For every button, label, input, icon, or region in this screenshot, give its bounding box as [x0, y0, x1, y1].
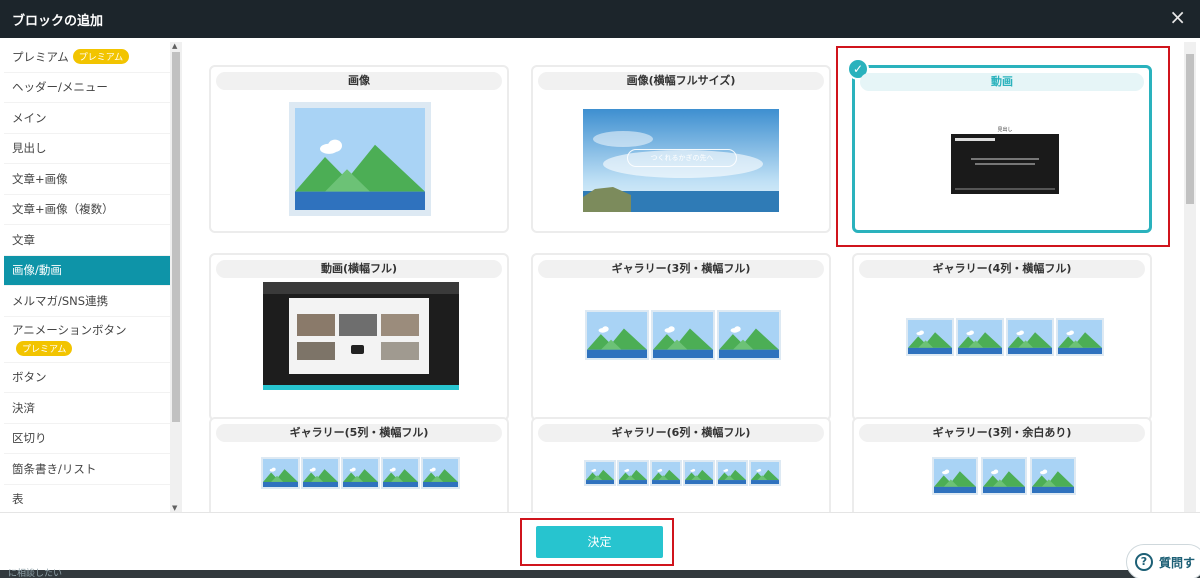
- sidebar-scroll-thumb[interactable]: [172, 52, 180, 422]
- highlight-submit-button: [520, 518, 674, 566]
- image-thumbnail: [585, 310, 649, 360]
- block-title: 動画(横幅フル): [216, 260, 502, 278]
- sidebar-item-text[interactable]: 文章: [4, 225, 170, 256]
- block-title: 画像(横幅フルサイズ): [538, 72, 824, 90]
- sidebar-item-payment[interactable]: 決済: [4, 393, 170, 424]
- image-thumbnail: [301, 457, 340, 489]
- help-icon: ?: [1135, 553, 1153, 571]
- sidebar-item-animation-button[interactable]: アニメーションボタン プレミアム: [4, 317, 170, 363]
- sidebar-item-label: 見出し: [12, 141, 47, 156]
- image-thumbnail: [716, 460, 748, 486]
- sidebar-item-label: 文章+画像: [12, 171, 68, 186]
- dialog-title: ブロックの追加: [12, 14, 104, 29]
- image-thumbnail: [341, 457, 380, 489]
- sidebar-item-list[interactable]: 箇条書き/リスト: [4, 454, 170, 485]
- block-card-gallery-3col-margin[interactable]: ギャラリー(3列・余白あり): [852, 417, 1152, 512]
- sidebar-item-premium[interactable]: プレミアム プレミアム: [4, 42, 170, 73]
- sidebar-item-label: ヘッダー/メニュー: [12, 80, 108, 95]
- image-thumbnail: [261, 457, 300, 489]
- sidebar-item-label: 文章: [12, 232, 35, 247]
- premium-badge: プレミアム: [16, 341, 73, 356]
- image-thumbnail: [981, 457, 1027, 495]
- sidebar-item-main[interactable]: メイン: [4, 103, 170, 134]
- sidebar-item-label: メイン: [12, 110, 47, 125]
- image-thumbnail: [584, 460, 616, 486]
- content-scrollbar[interactable]: [1184, 42, 1196, 512]
- dialog-footer: 決定: [0, 512, 1200, 570]
- premium-badge: プレミアム: [72, 49, 130, 65]
- block-grid: 画像 画像(横幅フルサイズ) つくれるかぎの先へ ✓ 動画 見出し 動画(横幅フ…: [192, 42, 1184, 512]
- image-thumbnail: [289, 102, 431, 216]
- sidebar-item-label: メルマガ/SNS連携: [12, 293, 109, 308]
- video-fullwidth-thumbnail: [263, 282, 459, 390]
- sidebar-item-label: 表: [12, 492, 24, 507]
- block-card-gallery-4col-fullwidth[interactable]: ギャラリー(4列・横幅フル): [852, 253, 1152, 421]
- sidebar-item-label: 文章+画像（複数）: [12, 202, 114, 217]
- image-thumbnail: [381, 457, 420, 489]
- close-icon[interactable]: ×: [1169, 7, 1186, 27]
- block-card-video-fullwidth[interactable]: 動画(横幅フル): [209, 253, 509, 421]
- sidebar-item-label: ボタン: [12, 370, 47, 385]
- content-scroll-thumb[interactable]: [1186, 54, 1194, 204]
- block-card-image-fullwidth[interactable]: 画像(横幅フルサイズ) つくれるかぎの先へ: [531, 65, 831, 233]
- scroll-down-icon[interactable]: ▼: [172, 504, 177, 512]
- block-card-image[interactable]: 画像: [209, 65, 509, 233]
- sidebar-item-heading[interactable]: 見出し: [4, 134, 170, 164]
- scroll-up-icon[interactable]: ▲: [172, 42, 177, 50]
- block-title: ギャラリー(5列・横幅フル): [216, 424, 502, 442]
- image-thumbnail: [906, 318, 954, 356]
- block-title: ギャラリー(6列・横幅フル): [538, 424, 824, 442]
- image-thumbnail: [1006, 318, 1054, 356]
- sidebar-item-label: 箇条書き/リスト: [12, 461, 97, 476]
- sidebar-item-image-video[interactable]: 画像/動画: [4, 255, 170, 286]
- image-thumbnail: [749, 460, 781, 486]
- background-text: に相談したい: [8, 569, 63, 578]
- image-thumbnail: [956, 318, 1004, 356]
- image-thumbnail: [1056, 318, 1104, 356]
- sidebar-item-text-image[interactable]: 文章+画像: [4, 164, 170, 195]
- sidebar-item-label: 画像/動画: [12, 263, 62, 278]
- sidebar-item-table[interactable]: 表: [4, 485, 170, 513]
- sidebar-item-label: 決済: [12, 400, 35, 415]
- image-thumbnail: [932, 457, 978, 495]
- help-button[interactable]: ? 質問す: [1126, 544, 1200, 578]
- image-thumbnail: [421, 457, 460, 489]
- block-card-gallery-3col-fullwidth[interactable]: ギャラリー(3列・横幅フル): [531, 253, 831, 421]
- image-thumbnail: [650, 460, 682, 486]
- sidebar-item-label: プレミアム: [12, 49, 69, 64]
- sea-sky-thumbnail: つくれるかぎの先へ: [583, 109, 779, 212]
- image-thumbnail: [651, 310, 715, 360]
- sidebar-item-label: アニメーションボタン: [12, 323, 127, 337]
- sidebar-item-header-menu[interactable]: ヘッダー/メニュー: [4, 73, 170, 103]
- add-block-dialog: ブロックの追加 × プレミアム プレミアム ヘッダー/メニュー メイン 見出し …: [0, 0, 1200, 570]
- sidebar-item-label: 区切り: [12, 431, 47, 446]
- highlight-selected-card: [836, 46, 1170, 247]
- image-thumbnail: [1030, 457, 1076, 495]
- background-page: [0, 570, 1200, 578]
- help-label: 質問す: [1159, 555, 1196, 570]
- block-title: ギャラリー(3列・横幅フル): [538, 260, 824, 278]
- category-sidebar: プレミアム プレミアム ヘッダー/メニュー メイン 見出し 文章+画像 文章+画…: [4, 42, 170, 512]
- sidebar-item-mailmag-sns[interactable]: メルマガ/SNS連携: [4, 286, 170, 317]
- block-title: 画像: [216, 72, 502, 90]
- image-thumbnail: [717, 310, 781, 360]
- block-title: ギャラリー(3列・余白あり): [859, 424, 1145, 442]
- sidebar-scrollbar[interactable]: ▲ ▼: [170, 42, 182, 512]
- sidebar-item-button[interactable]: ボタン: [4, 363, 170, 393]
- dialog-header: ブロックの追加 ×: [0, 0, 1200, 38]
- sidebar-item-text-image-multi[interactable]: 文章+画像（複数）: [4, 195, 170, 225]
- sidebar-item-divider[interactable]: 区切り: [4, 424, 170, 454]
- block-card-gallery-6col-fullwidth[interactable]: ギャラリー(6列・横幅フル): [531, 417, 831, 512]
- image-thumbnail: [683, 460, 715, 486]
- banner-text: つくれるかぎの先へ: [627, 149, 737, 167]
- block-title: ギャラリー(4列・横幅フル): [859, 260, 1145, 278]
- block-card-gallery-5col-fullwidth[interactable]: ギャラリー(5列・横幅フル): [209, 417, 509, 512]
- image-thumbnail: [617, 460, 649, 486]
